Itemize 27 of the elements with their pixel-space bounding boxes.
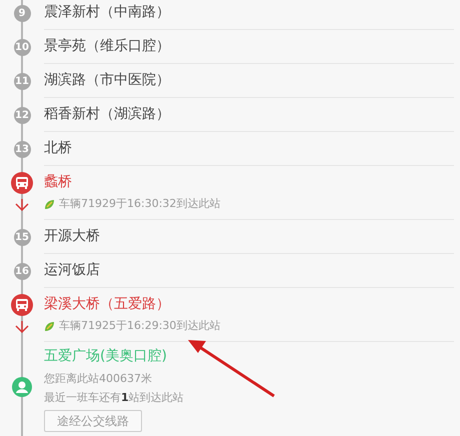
stop-number: 9 (14, 4, 30, 22)
stop-number: 15 (14, 228, 30, 246)
stop-number: 12 (14, 106, 30, 124)
vehicle-icon (44, 321, 55, 332)
stop-name[interactable]: 梁溪大桥（五爱路） (44, 294, 454, 316)
next-bus-text: 最近一班车还有1站到达此站 (44, 390, 185, 406)
distance-text: 您距离此站400637米 (44, 371, 153, 387)
stop-name[interactable]: 开源大桥 (44, 226, 100, 247)
stop-name[interactable]: 运河饭店 (44, 260, 100, 281)
stop-name[interactable]: 震泽新村（中南路） (44, 2, 170, 23)
stop-name[interactable]: 景亭苑（维乐口腔） (44, 36, 170, 57)
vehicle-icon (44, 199, 55, 210)
stop-number: 10 (14, 38, 30, 56)
down-arrow-icon (15, 321, 29, 333)
bus-icon (11, 294, 33, 316)
down-arrow-icon (15, 199, 29, 211)
stop-number: 13 (14, 140, 30, 158)
arrival-text: 车辆71925于16:29:30到达此站 (59, 318, 220, 334)
user-location-icon (12, 377, 32, 397)
stop-name[interactable]: 蠡桥 (44, 172, 454, 194)
stop-name[interactable]: 北桥 (44, 138, 72, 159)
stop-name[interactable]: 稻香新村（湖滨路） (44, 104, 170, 125)
stop-number: 11 (14, 72, 30, 90)
stop-number: 16 (14, 262, 30, 280)
stop-name[interactable]: 湖滨路（市中医院） (44, 70, 170, 91)
arrival-text: 车辆71929于16:30:32到达此站 (59, 196, 220, 212)
bus-icon (11, 172, 33, 194)
